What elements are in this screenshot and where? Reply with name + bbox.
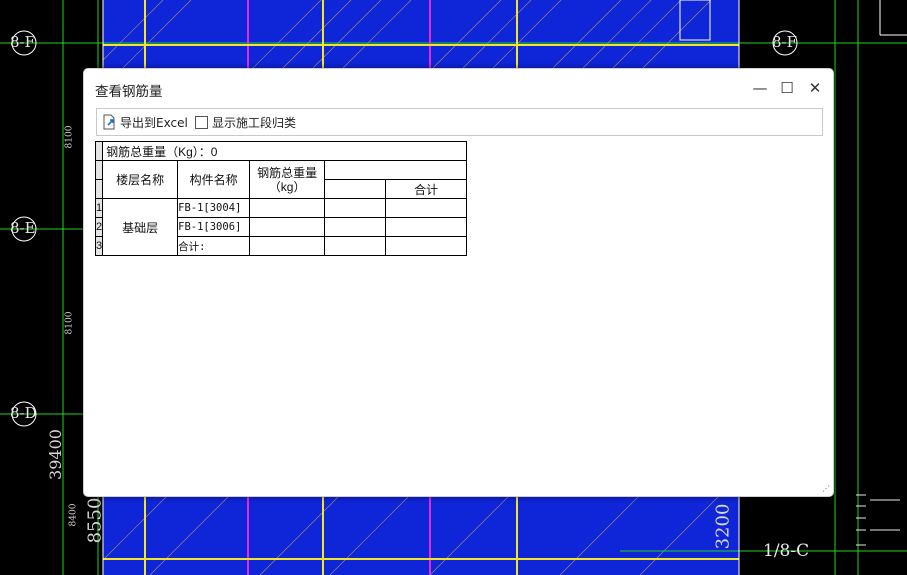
axis-label-8d: 8-D <box>10 404 37 422</box>
dialog-title: 查看钢筋量 <box>95 84 163 100</box>
floor-cell[interactable]: 基础层 <box>102 198 179 256</box>
axis-label-8f-right: 8-F <box>772 33 798 51</box>
show-construction-section-checkbox[interactable]: 显示施工段归类 <box>195 112 296 132</box>
component-cell[interactable]: 合计: <box>177 236 251 256</box>
export-icon <box>103 114 115 130</box>
weight-cell[interactable] <box>249 198 326 218</box>
row-header <box>94 160 104 180</box>
header-floor-name: 楼层名称 <box>102 160 179 199</box>
row-number: 3 <box>94 236 104 256</box>
minimize-button[interactable]: — <box>747 77 773 99</box>
sum-cell[interactable] <box>385 236 468 256</box>
header-group <box>324 160 468 180</box>
row-number: 2 <box>94 217 104 237</box>
row-header <box>94 179 104 199</box>
resize-grip-icon[interactable]: ⋰ <box>822 484 830 493</box>
dimension-label: 8400 <box>68 503 79 527</box>
weight-cell[interactable] <box>249 217 326 237</box>
header-component-name: 构件名称 <box>177 160 251 199</box>
component-cell[interactable]: FB-1[3006] <box>177 217 251 237</box>
close-button[interactable]: ✕ <box>802 77 828 99</box>
dimension-label: 8550 <box>84 497 106 544</box>
dimension-label: 39400 <box>45 429 65 480</box>
header-blank <box>324 179 387 199</box>
row-header <box>94 141 104 161</box>
component-cell[interactable]: FB-1[3004] <box>177 198 251 218</box>
export-excel-label: 导出到Excel <box>120 115 188 130</box>
checkbox-label: 显示施工段归类 <box>212 115 297 130</box>
toolbar: 导出到Excel 显示施工段归类 <box>96 108 823 136</box>
value-cell[interactable] <box>324 236 387 256</box>
sum-cell[interactable] <box>385 198 468 218</box>
checkbox-box[interactable] <box>195 115 208 129</box>
value-cell[interactable] <box>324 217 387 237</box>
export-excel-button[interactable]: 导出到Excel <box>101 112 188 132</box>
row-number: 1 <box>94 198 104 218</box>
dimension-label: 8100 <box>64 311 75 335</box>
table-row[interactable]: 1 基础层 FB-1[3004] <box>94 198 468 256</box>
total-weight-label: 钢筋总重量（Kg）：0 <box>102 141 468 161</box>
dimension-label: 3200 <box>712 503 734 550</box>
header-total-weight: 钢筋总重量（kg） <box>249 160 326 199</box>
axis-label-8f-left: 8-F <box>10 33 36 51</box>
sum-cell[interactable] <box>385 217 468 237</box>
axis-label-8e: 8-E <box>10 219 36 237</box>
rebar-table: 钢筋总重量（Kg）：0 楼层名称 构件名称 钢筋总重量（kg） 合计 1 基础层… <box>94 141 468 256</box>
maximize-button[interactable]: ☐ <box>774 77 800 99</box>
value-cell[interactable] <box>324 198 387 218</box>
header-sum: 合计 <box>385 179 468 199</box>
rebar-quantity-dialog: 查看钢筋量 — ☐ ✕ 导出到Excel 显示施工段归类 钢筋总重量（Kg）：0… <box>83 68 834 497</box>
dimension-label: 8100 <box>64 125 75 149</box>
axis-label-1-8c: 1/8-C <box>763 541 810 561</box>
weight-cell[interactable] <box>249 236 326 256</box>
